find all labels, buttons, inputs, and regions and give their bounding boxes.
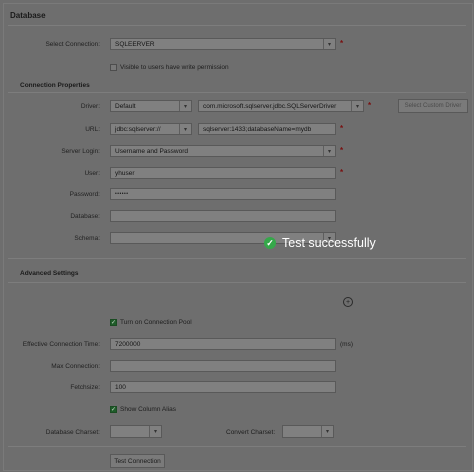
schema-label: Schema:	[74, 235, 100, 242]
visible-to-users-checkbox[interactable]	[110, 64, 117, 71]
chevron-down-icon: ▾	[321, 426, 333, 437]
divider	[8, 25, 466, 26]
server-login-label: Server Login:	[61, 148, 100, 155]
required-mark: *	[340, 146, 344, 155]
check-circle-icon: ✓	[264, 237, 276, 249]
divider	[8, 446, 466, 447]
required-mark: *	[340, 124, 344, 133]
divider	[8, 282, 466, 283]
required-mark: *	[368, 101, 372, 110]
section-advanced-settings-title: Advanced Settings	[20, 270, 79, 277]
chevron-down-icon: ▾	[323, 146, 335, 156]
driver-dropdown[interactable]: Default ▾	[110, 100, 192, 112]
effective-time-value: 7200000	[115, 340, 141, 348]
driver-value: Default	[115, 102, 136, 110]
select-connection-dropdown[interactable]: SQLEERVER ▾	[110, 38, 336, 50]
effective-time-input[interactable]: 7200000	[110, 338, 336, 350]
url-value: sqlserver:1433;databaseName=mydb	[203, 125, 312, 133]
fetchsize-input[interactable]: 100	[110, 381, 336, 393]
database-label: Database:	[70, 213, 100, 220]
connection-pool-checkbox[interactable]: ✓	[110, 319, 117, 326]
select-custom-driver-button[interactable]: Select Custom Driver	[398, 99, 468, 113]
db-charset-dropdown[interactable]: ▾	[110, 425, 162, 438]
driver-label: Driver:	[80, 103, 100, 110]
success-toast: ✓ Test successfully	[264, 236, 376, 250]
max-connection-input[interactable]	[110, 360, 336, 372]
password-label: Password:	[69, 191, 100, 198]
select-connection-label: Select Connection:	[45, 41, 100, 48]
fetchsize-value: 100	[115, 383, 126, 391]
url-input[interactable]: sqlserver:1433;databaseName=mydb	[198, 123, 336, 135]
user-label: User:	[84, 170, 100, 177]
server-login-value: Username and Password	[115, 147, 188, 155]
add-icon[interactable]: +	[343, 297, 353, 307]
chevron-down-icon: ▾	[351, 101, 363, 111]
driver-class-dropdown[interactable]: com.microsoft.sqlserver.jdbc.SQLServerDr…	[198, 100, 364, 112]
required-mark: *	[340, 39, 344, 48]
url-label: URL:	[85, 126, 100, 133]
connection-pool-label: Turn on Connection Pool	[120, 319, 192, 326]
required-mark: *	[340, 168, 344, 177]
divider	[8, 92, 466, 93]
convert-charset-dropdown[interactable]: ▾	[282, 425, 334, 438]
divider	[8, 258, 466, 259]
visible-to-users-label: Visible to users have write permission	[120, 64, 229, 71]
section-connection-properties-title: Connection Properties	[20, 82, 90, 89]
chevron-down-icon: ▾	[179, 124, 191, 134]
show-column-alias-label: Show Column Alias	[120, 406, 176, 413]
user-input[interactable]: yhuser	[110, 167, 336, 179]
fetchsize-label: Fetchsize:	[70, 384, 100, 391]
password-value: ••••••	[115, 191, 129, 197]
convert-charset-label: Convert Charset:	[226, 429, 276, 436]
chevron-down-icon: ▾	[323, 39, 335, 49]
unit-label: (ms)	[340, 341, 353, 348]
max-connection-label: Max Connection:	[51, 363, 100, 370]
toast-message: Test successfully	[282, 236, 376, 250]
show-column-alias-checkbox[interactable]: ✓	[110, 406, 117, 413]
server-login-dropdown[interactable]: Username and Password ▾	[110, 145, 336, 157]
database-input[interactable]	[110, 210, 336, 222]
test-connection-button[interactable]: Test Connection	[110, 454, 165, 468]
select-connection-value: SQLEERVER	[115, 40, 155, 48]
user-value: yhuser	[115, 169, 135, 177]
driver-class-value: com.microsoft.sqlserver.jdbc.SQLServerDr…	[203, 102, 337, 110]
section-database-title: Database	[10, 11, 46, 20]
db-charset-label: Database Charset:	[45, 429, 100, 436]
chevron-down-icon: ▾	[179, 101, 191, 111]
password-input[interactable]: ••••••	[110, 188, 336, 200]
effective-time-label: Effective Connection Time:	[22, 341, 100, 348]
url-prefix-value: jdbc:sqlserver://	[115, 125, 161, 133]
chevron-down-icon: ▾	[149, 426, 161, 437]
url-prefix-dropdown[interactable]: jdbc:sqlserver:// ▾	[110, 123, 192, 135]
